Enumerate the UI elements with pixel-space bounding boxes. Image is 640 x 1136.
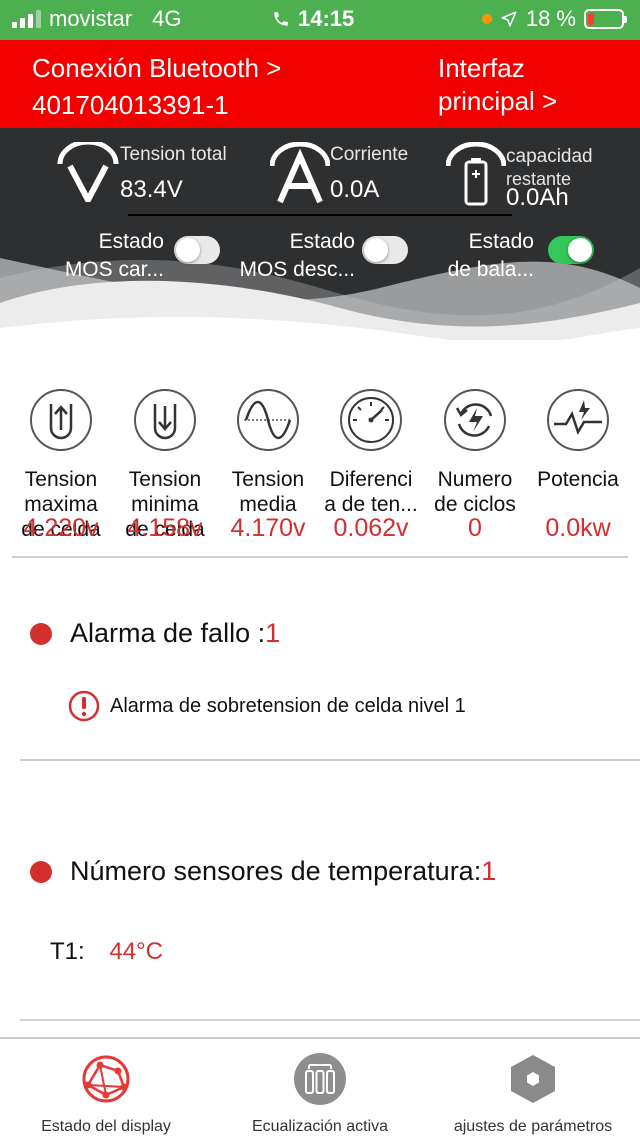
mos-charge-switch[interactable] [174, 236, 220, 264]
capacity-label-1: capacidad [506, 146, 593, 167]
cell-value: 0 [468, 514, 482, 542]
cell-stats-row: Tension maxima de celda 4.220v Tension mini… [0, 388, 640, 548]
gauge-icon [340, 389, 402, 451]
cell-value: 4.170v [230, 514, 306, 542]
min-cell-voltage: Tension minima de celda 4.158v [112, 388, 218, 543]
voltage-difference: Diferenci a de ten... 0.062v [318, 388, 424, 543]
tab-active-balance[interactable]: Ecualización activa [236, 1039, 404, 1136]
display-status-icon [82, 1055, 130, 1103]
current-label: Corriente [330, 144, 409, 165]
header-bar: Conexión Bluetooth > 401704013391-1 Inte… [0, 40, 640, 128]
current-value: 0.0A [330, 176, 380, 203]
arrow-up-icon [30, 389, 92, 451]
toggle-label: Estado MOS car... [64, 230, 164, 281]
settings-hex-icon [511, 1055, 555, 1103]
divider [20, 1019, 640, 1021]
sine-wave-icon [237, 389, 299, 451]
cell-value: 4.220v [23, 514, 99, 542]
toggle-label: Estado MOS desc... [239, 230, 355, 281]
tab-parameter-settings[interactable]: ajustes de parámetros [440, 1039, 626, 1136]
power: Potencia 0.0kw [525, 388, 631, 543]
summary-panel: Tension total 83.4V Corriente 0.0A capac… [0, 128, 640, 340]
voltage-icon [57, 142, 119, 202]
battery-percent: 18 % [525, 6, 576, 31]
avg-voltage: Tension media 4.170v [215, 388, 321, 543]
tab-display-status[interactable]: Estado del display [20, 1039, 192, 1136]
bullet-dot [30, 622, 52, 645]
fault-count: 1 [265, 618, 281, 648]
device-id: 401704013391-1 [32, 90, 229, 120]
power-pulse-icon [547, 389, 609, 451]
current-icon [270, 142, 330, 204]
total-voltage-label: Tension total [120, 144, 227, 165]
sensor-count: 1 [481, 856, 497, 886]
panel-divider [128, 214, 512, 216]
network-type: 4G [152, 6, 182, 31]
clock: 14:15 [298, 6, 355, 31]
sensor-label: T1: [50, 938, 85, 965]
mos-discharge-switch[interactable] [362, 236, 408, 264]
alarm-item: Alarma de sobretension de celda nivel 1 [68, 690, 466, 722]
carrier-name: movistar [49, 6, 133, 31]
balance-switch[interactable] [548, 236, 594, 264]
arrow-down-icon [134, 389, 196, 451]
phone-call-icon [274, 12, 288, 26]
toggle-label: Estado de bala... [447, 230, 534, 281]
capacity-value: 0.0Ah [506, 184, 569, 211]
battery-icon [584, 9, 627, 29]
location-arrow-icon [501, 11, 517, 27]
total-voltage-value: 83.4V [120, 176, 183, 203]
divider [20, 759, 640, 761]
battery-icon [446, 142, 506, 206]
recording-dot-icon [481, 14, 492, 24]
cycle-count: Numero de ciclos 0 [422, 388, 528, 543]
main-interface-link[interactable]: Interfaz principal > [438, 52, 557, 118]
bluetooth-connection-link[interactable]: Conexión Bluetooth > 401704013391-1 [32, 50, 281, 124]
status-bar: movistar 4G 14:15 18 % [0, 0, 640, 40]
cycle-icon [444, 389, 506, 451]
cell-value: 0.062v [333, 514, 409, 542]
alert-icon [68, 690, 100, 722]
fault-alarm-heading: Alarma de fallo :1 [30, 618, 280, 649]
alarm-message: Alarma de sobretension de celda nivel 1 [110, 694, 466, 717]
signal-strength-icon [12, 10, 41, 28]
temperature-reading: T1: 44°C [50, 938, 163, 966]
sensor-value: 44°C [109, 938, 163, 965]
max-cell-voltage: Tension maxima de celda 4.220v [8, 388, 114, 543]
main-interface-label-2: principal > [438, 86, 558, 116]
cell-value: 0.0kw [545, 514, 611, 542]
cell-value: 4.158v [127, 514, 203, 542]
divider [12, 556, 628, 558]
bullet-dot [30, 860, 52, 883]
temperature-sensors-heading: Número sensores de temperatura: 1 [30, 856, 496, 887]
bottom-tab-bar: Estado del display Ecualización activa a… [0, 1037, 640, 1136]
balance-icon [294, 1053, 346, 1105]
bluetooth-link-label: Conexión Bluetooth > [32, 53, 282, 83]
main-interface-label-1: Interfaz [438, 53, 525, 83]
